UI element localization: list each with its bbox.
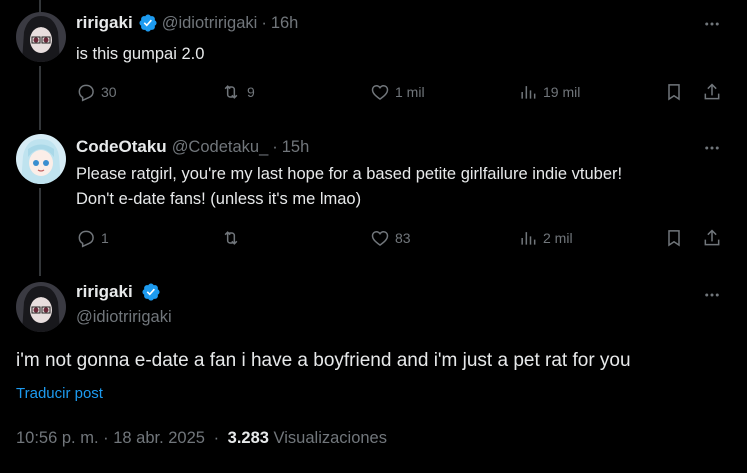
bookmark-button[interactable] (664, 82, 684, 102)
action-bar: 30 9 1 mil 19 mil (76, 82, 725, 106)
avatar[interactable] (16, 134, 66, 184)
repost-count: 9 (247, 84, 255, 100)
reply-count: 1 (101, 230, 109, 246)
reply-button[interactable]: 30 (76, 82, 117, 102)
tweet-text-line: Don't e-date fans! (unless it's me lmao) (76, 190, 362, 208)
views-button[interactable]: 19 mil (518, 82, 580, 102)
views-icon (521, 232, 536, 245)
repost-icon (224, 231, 238, 245)
views-total: 3.283 (227, 429, 269, 447)
like-button[interactable]: 83 (370, 228, 411, 248)
tweet[interactable]: CodeOtaku @Codetaku_ · 15h Please ratgir… (0, 130, 747, 270)
bookmark-icon (668, 84, 680, 101)
tweet-text-line: Please ratgirl, you're my last hope for … (76, 165, 623, 183)
views-count: 19 mil (543, 84, 581, 100)
separator-dot: · (261, 13, 267, 32)
author-handle[interactable]: @Codetaku_ (172, 138, 269, 157)
repost-icon (224, 85, 238, 99)
views-count: 2 mil (543, 230, 573, 246)
avatar[interactable] (16, 282, 66, 332)
like-count: 83 (395, 230, 411, 246)
author-name[interactable]: ririgaki (76, 13, 133, 33)
more-icon[interactable] (701, 284, 723, 306)
author-name[interactable]: CodeOtaku (76, 137, 167, 157)
reply-button[interactable]: 1 (76, 228, 109, 248)
main-author-name[interactable]: ririgaki (76, 282, 165, 302)
action-bar: 1 83 2 mil (76, 228, 725, 252)
like-count: 1 mil (395, 84, 425, 100)
like-icon (371, 84, 389, 101)
tweet-time[interactable]: 15h (282, 138, 310, 157)
bookmark-button[interactable] (664, 228, 684, 248)
tweet[interactable]: ririgaki @idiotririgaki · 16h is this gu… (0, 0, 747, 120)
tweet-text: Please ratgirl, you're my last hope for … (76, 162, 622, 212)
separator-dot: · (272, 137, 278, 156)
views-button[interactable]: 2 mil (518, 228, 573, 248)
translate-link[interactable]: Traducir post (16, 385, 103, 402)
avatar[interactable] (16, 12, 66, 62)
tweet-time[interactable]: 16h (271, 14, 299, 33)
tweet-text: is this gumpai 2.0 (76, 45, 205, 63)
main-tweet-text: i'm not gonna e-date a fan i have a boyf… (16, 350, 631, 371)
author-name[interactable]: ririgaki (76, 282, 133, 302)
reply-icon (78, 84, 94, 102)
repost-button[interactable] (220, 228, 242, 248)
share-icon (704, 229, 720, 246)
separator-dot: · (213, 429, 220, 447)
reply-icon (78, 230, 94, 248)
verified-icon (141, 282, 161, 302)
timestamp[interactable]: 10:56 p. m. · 18 abr. 2025 (16, 429, 205, 447)
more-icon[interactable] (701, 13, 723, 35)
reply-count: 30 (101, 84, 117, 100)
views-icon (521, 86, 536, 99)
verified-icon (138, 13, 158, 33)
share-button[interactable] (702, 82, 722, 102)
like-icon (371, 230, 389, 247)
bookmark-icon (668, 230, 680, 247)
tweet-header: CodeOtaku @Codetaku_ · 15h (76, 137, 309, 157)
share-icon (704, 83, 720, 100)
share-button[interactable] (702, 228, 722, 248)
more-icon[interactable] (701, 137, 723, 159)
author-handle[interactable]: @idiotririgaki (162, 14, 258, 33)
like-button[interactable]: 1 mil (370, 82, 425, 102)
views-label: Visualizaciones (273, 429, 387, 447)
author-handle[interactable]: @idiotririgaki (76, 308, 172, 327)
tweet-meta: 10:56 p. m. · 18 abr. 2025 · 3.283 Visua… (16, 429, 387, 448)
repost-button[interactable]: 9 (220, 82, 255, 102)
tweet-header: ririgaki @idiotririgaki · 16h (76, 13, 298, 33)
